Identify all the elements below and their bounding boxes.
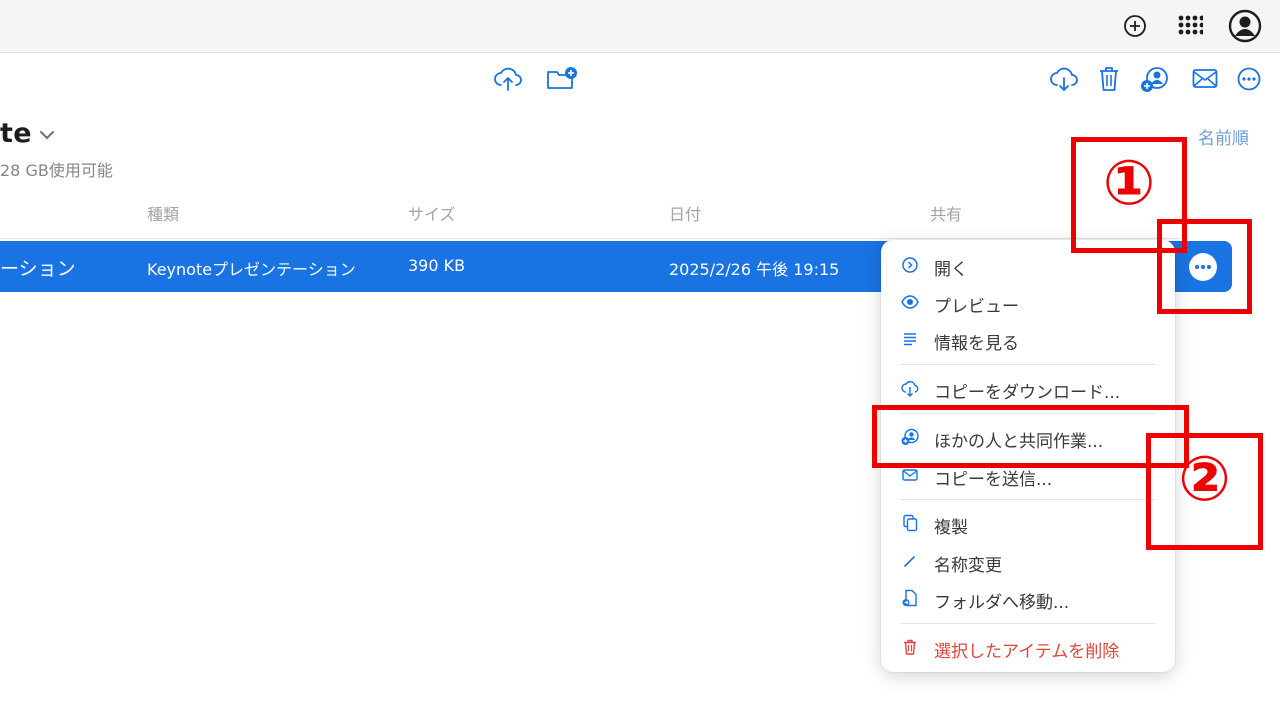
chevron-circle-icon [901,256,919,274]
info-lines-icon [901,330,919,348]
annotation-step2: ② [1178,442,1231,515]
menu-separator [901,499,1155,500]
cloud-download-icon [901,379,919,397]
more-icon[interactable] [1237,67,1261,91]
envelope-icon [901,466,919,484]
trash-icon[interactable] [1098,66,1120,92]
column-header-shared[interactable]: 共有 [930,201,962,225]
upload-icon[interactable] [494,66,522,92]
row-size: 390 KB [408,256,466,275]
storage-available: 28 GB使用可能 [0,161,113,180]
menu-label: 名称変更 [934,556,1002,576]
annotation-box-more-button [1157,219,1252,314]
duplicate-icon [901,514,919,532]
column-header-size[interactable]: サイズ [408,201,456,225]
menu-item-move-to-folder[interactable]: フォルダへ移動... [881,581,1175,615]
row-kind: Keynoteプレゼンテーション [147,260,356,279]
menu-label: コピーを送信... [934,470,1053,490]
folder-title: te [0,118,32,149]
menu-item-delete[interactable]: 選択したアイテムを削除 [881,630,1175,664]
menu-label: 複製 [934,518,968,538]
menu-label: フォルダへ移動... [934,593,1070,613]
mail-icon[interactable] [1192,68,1218,90]
menu-separator [901,623,1155,624]
trash-icon [901,638,919,656]
sort-by-name-button[interactable]: 名前順 [1198,124,1249,149]
menu-item-duplicate[interactable]: 複製 [881,506,1175,540]
annotation-box-collaborate [872,405,1189,468]
pencil-icon [901,552,919,570]
download-icon[interactable] [1050,66,1078,92]
menu-item-preview[interactable]: プレビュー [881,285,1175,319]
top-bar [0,0,1280,53]
row-name: ーション [0,258,76,280]
column-header-kind[interactable]: 種類 [147,201,179,225]
header-divider [0,238,1180,239]
menu-item-rename[interactable]: 名称変更 [881,544,1175,578]
new-folder-icon[interactable] [546,66,578,92]
move-to-folder-icon [901,589,919,607]
menu-label: 開く [934,260,968,280]
menu-label: 情報を見る [934,334,1019,354]
chevron-down-icon[interactable] [38,128,56,142]
account-icon[interactable] [1228,9,1262,43]
menu-item-open[interactable]: 開く [881,248,1175,282]
share-collaborate-icon[interactable] [1140,66,1170,94]
menu-item-download-copy[interactable]: コピーをダウンロード... [881,371,1175,405]
menu-item-info[interactable]: 情報を見る [881,322,1175,356]
menu-separator [901,364,1155,365]
add-circle-icon[interactable] [1123,14,1147,38]
menu-label: プレビュー [934,297,1019,317]
app-grid-icon[interactable] [1177,14,1203,38]
menu-label: 選択したアイテムを削除 [934,642,1120,662]
menu-label: コピーをダウンロード... [934,383,1121,403]
column-header-date[interactable]: 日付 [669,201,701,225]
row-date: 2025/2/26 午後 19:15 [669,260,840,279]
eye-icon [901,293,919,311]
